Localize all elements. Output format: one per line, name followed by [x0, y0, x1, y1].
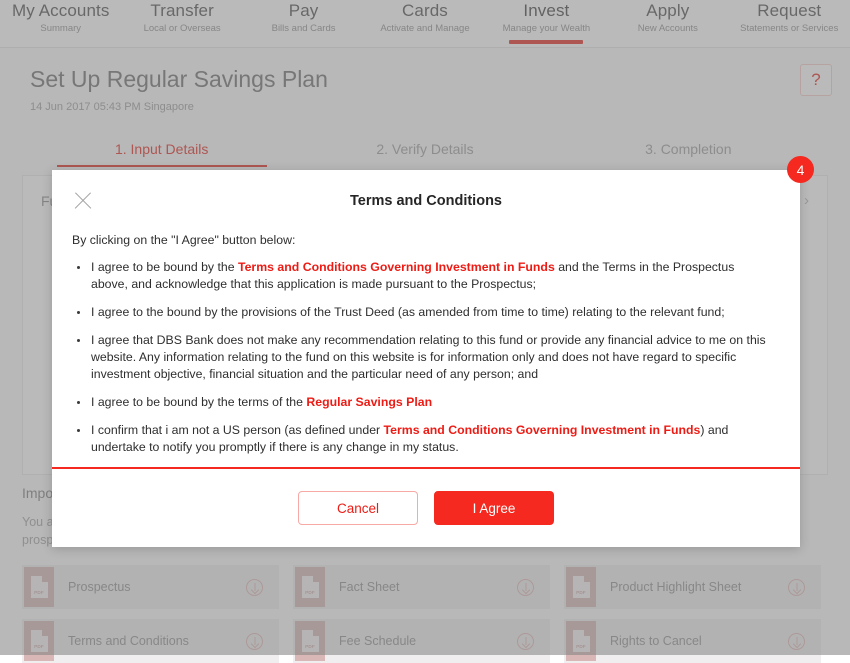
terms-text: I agree to the bound by the provisions o… — [91, 305, 725, 319]
terms-list-item: I agree that DBS Bank does not make any … — [72, 332, 774, 383]
terms-list-item: I agree to be bound by the terms of the … — [72, 394, 774, 411]
terms-text: I agree to be bound by the terms of the — [91, 395, 306, 409]
terms-and-conditions-modal: 4 Terms and Conditions By clicking on th… — [52, 170, 800, 547]
modal-title: Terms and Conditions — [350, 193, 502, 209]
modal-body: By clicking on the "I Agree" button belo… — [52, 232, 800, 467]
modal-footer: Cancel I Agree — [52, 469, 800, 547]
close-icon[interactable] — [71, 189, 95, 213]
step-badge: 4 — [787, 156, 814, 183]
terms-list-item: I agree to be bound by the Terms and Con… — [72, 259, 774, 293]
modal-intro-text: By clicking on the "I Agree" button belo… — [72, 232, 774, 249]
terms-list-item: I confirm that i am not a US person (as … — [72, 422, 774, 456]
terms-text: I agree that DBS Bank does not make any … — [91, 333, 766, 381]
terms-link[interactable]: Regular Savings Plan — [306, 395, 432, 409]
terms-link[interactable]: Terms and Conditions Governing Investmen… — [238, 260, 555, 274]
terms-list-item: I agree to the bound by the provisions o… — [72, 304, 774, 321]
modal-header: Terms and Conditions — [52, 170, 800, 232]
terms-text: I confirm that i am not a US person (as … — [91, 423, 384, 437]
terms-link[interactable]: Terms and Conditions Governing Investmen… — [384, 423, 701, 437]
terms-list: I agree to be bound by the Terms and Con… — [72, 259, 774, 456]
cancel-button[interactable]: Cancel — [298, 491, 418, 525]
i-agree-button[interactable]: I Agree — [434, 491, 554, 525]
terms-text: I agree to be bound by the — [91, 260, 238, 274]
